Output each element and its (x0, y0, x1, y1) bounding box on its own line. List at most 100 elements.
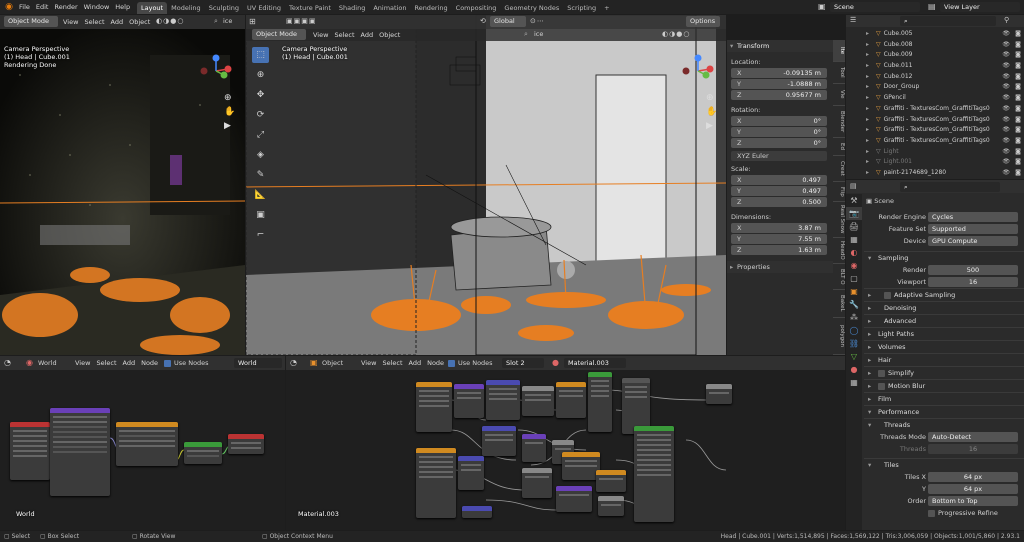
expand-arrow-icon[interactable]: ▸ (866, 72, 869, 83)
menu-window[interactable]: Window (81, 1, 113, 13)
tab-real-snow[interactable]: Real Snow (833, 202, 845, 238)
search-input[interactable]: ice (534, 30, 543, 38)
menu-add[interactable]: Add (120, 357, 139, 369)
rotation-x[interactable]: X 0° (731, 116, 827, 126)
render-camera-icon[interactable]: ◙ (1015, 93, 1021, 104)
visibility-eye-icon[interactable]: 👁 (1002, 115, 1010, 126)
filter-icon[interactable]: ⚲ (1004, 16, 1009, 24)
editor-type-icon[interactable]: ⊞ (249, 17, 256, 26)
shader-node[interactable] (598, 496, 624, 516)
mapping-node[interactable] (50, 408, 110, 496)
shader-node[interactable] (522, 468, 552, 498)
render-camera-icon[interactable]: ◙ (1015, 50, 1021, 61)
mode-selector[interactable]: Object Mode (252, 29, 306, 40)
dimensions-z[interactable]: Z 1.63 m (731, 245, 827, 255)
scale-x[interactable]: X 0.497 (731, 175, 827, 185)
use-nodes-toggle[interactable]: Use Nodes (448, 359, 493, 367)
transform-tool-icon[interactable]: ◈ (252, 147, 269, 163)
render-camera-icon[interactable]: ◙ (1015, 157, 1021, 168)
viewport-samples-field[interactable]: 16 (928, 277, 1018, 287)
menu-select[interactable]: Select (379, 357, 405, 369)
object-properties-icon[interactable]: ▣ (846, 285, 862, 298)
zoom-icon[interactable]: ⊕ (706, 91, 717, 105)
tool-properties-icon[interactable]: ⚒ (846, 194, 862, 207)
slot-selector[interactable]: Slot 2 (502, 358, 544, 368)
render-camera-icon[interactable]: ◙ (1015, 82, 1021, 93)
dimensions-y[interactable]: Y 7.55 m (731, 234, 827, 244)
render-camera-icon[interactable]: ◙ (1015, 168, 1021, 179)
tab-uv-editing[interactable]: UV Editing (243, 2, 285, 14)
visibility-eye-icon[interactable]: 👁 (1002, 147, 1010, 158)
rotation-z[interactable]: Z 0° (731, 138, 827, 148)
light-paths-section[interactable]: Light Paths (864, 327, 1024, 341)
modifier-properties-icon[interactable]: 🔧 (846, 298, 862, 311)
tab-tool[interactable]: Tool (833, 62, 845, 84)
simplify-checkbox[interactable] (878, 369, 885, 377)
tab-layout[interactable]: Layout (137, 2, 168, 14)
menu-edit[interactable]: Edit (33, 1, 52, 13)
menu-node[interactable]: Node (424, 357, 447, 369)
render-camera-icon[interactable]: ◙ (1015, 29, 1021, 40)
pan-icon[interactable]: ✋ (706, 105, 717, 119)
outliner-item[interactable]: ▸ ▽ Cube.008 👁 ◙ (846, 40, 1024, 51)
shader-node[interactable] (706, 384, 732, 404)
render-camera-icon[interactable]: ◙ (1015, 136, 1021, 147)
expand-arrow-icon[interactable]: ▸ (866, 157, 869, 168)
shader-node[interactable] (454, 384, 484, 418)
tiles-y-field[interactable]: 64 px (928, 484, 1018, 494)
tab-edit[interactable]: Ed (833, 138, 845, 156)
add-cube-tool-icon[interactable]: ▣ (252, 207, 269, 223)
visibility-eye-icon[interactable]: 👁 (1002, 136, 1010, 147)
orientation-selector[interactable]: Global (490, 16, 526, 27)
menu-file[interactable]: File (16, 1, 33, 13)
render-camera-icon[interactable]: ◙ (1015, 115, 1021, 126)
principled-bsdf-node[interactable] (634, 426, 674, 522)
outliner-item[interactable]: ▸ ▽ Cube.012 👁 ◙ (846, 72, 1024, 83)
motion-blur-section[interactable]: Motion Blur (864, 379, 1024, 393)
rotate-tool-icon[interactable]: ⟳ (252, 107, 269, 123)
material-properties-icon[interactable]: ● (846, 363, 862, 376)
volumes-section[interactable]: Volumes (864, 340, 1024, 354)
tab-polygon[interactable]: polygon (833, 318, 845, 355)
environment-texture-node[interactable] (116, 422, 178, 466)
properties-type-icon[interactable]: ▤ (850, 182, 857, 190)
annotate-tool-icon[interactable]: ✎ (252, 167, 269, 183)
use-nodes-checkbox[interactable] (448, 359, 455, 367)
navigation-gizmo[interactable] (680, 53, 716, 89)
menu-select[interactable]: Select (331, 29, 357, 41)
location-z[interactable]: Z 0.95677 m (731, 90, 827, 100)
menu-object[interactable]: Object (126, 16, 153, 28)
tab-sculpting[interactable]: Sculpting (205, 2, 243, 14)
adaptive-sampling-checkbox[interactable] (884, 291, 891, 299)
hair-section[interactable]: Hair (864, 353, 1024, 367)
viewport-left[interactable]: Object Mode View Select Add Object ◐◑●○ ⌕ i… (0, 15, 245, 355)
tab-flip[interactable]: Flip (833, 182, 845, 202)
mode-selector[interactable]: Object Mode (4, 16, 58, 27)
world-datablock[interactable]: World (234, 358, 282, 368)
cursor-tool-icon[interactable]: ⊕ (252, 67, 269, 83)
outliner-type-icon[interactable]: ☰ (850, 16, 856, 24)
shader-node[interactable] (522, 434, 546, 462)
tab-geometry-nodes[interactable]: Geometry Nodes (500, 2, 563, 14)
outliner-search-input[interactable]: ⌕ (900, 16, 996, 26)
shading-icons[interactable]: ◐◑●○ (662, 30, 690, 38)
tab-bakel[interactable]: BakeL (833, 290, 845, 318)
visibility-eye-icon[interactable]: 👁 (1002, 104, 1010, 115)
shader-node[interactable] (416, 382, 452, 432)
shader-node[interactable] (462, 506, 492, 518)
rotation-mode-selector[interactable]: XYZ Euler (731, 151, 827, 161)
menu-add[interactable]: Add (358, 29, 377, 41)
tab-item[interactable]: Ite (833, 40, 845, 62)
render-properties-icon[interactable]: 📷 (846, 207, 862, 220)
blender-logo-icon[interactable]: ◉ (4, 2, 14, 12)
expand-arrow-icon[interactable]: ▸ (866, 168, 869, 179)
outliner-item[interactable]: ▸ ▽ Graffiti - TexturesCom_GraffitiTags0 👁 ◙ (846, 115, 1024, 126)
tab-scripting[interactable]: Scripting (563, 2, 600, 14)
tab-modeling[interactable]: Modeling (167, 2, 205, 14)
shader-node[interactable] (416, 448, 456, 518)
transform-header[interactable]: ▾ Transform (727, 40, 833, 52)
menu-view[interactable]: View (72, 357, 93, 369)
add-workspace-button[interactable]: + (600, 2, 613, 14)
location-x[interactable]: X -0.09135 m (731, 68, 827, 78)
device-selector[interactable]: GPU Compute (928, 236, 1018, 246)
